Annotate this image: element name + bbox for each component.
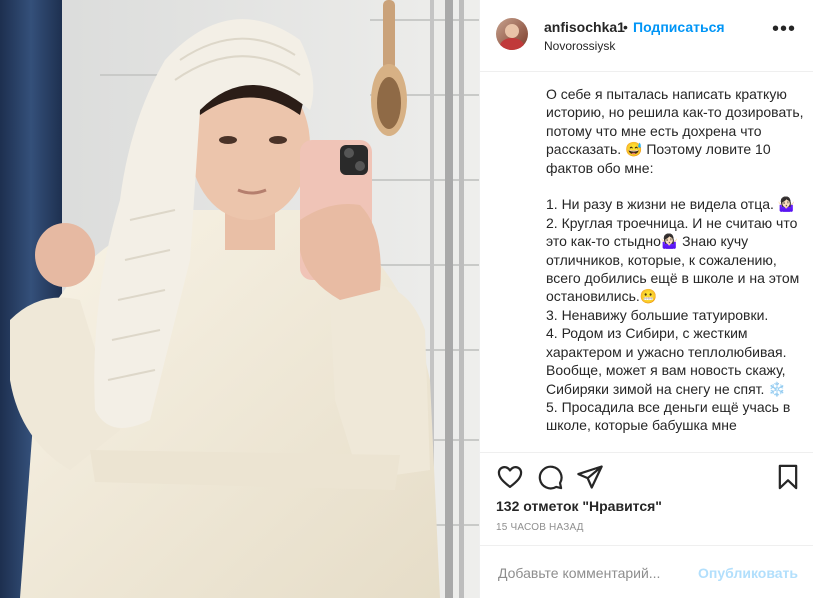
post-actions-bar xyxy=(480,452,813,500)
location-link[interactable]: Novorossiysk xyxy=(544,39,615,53)
post-caption: О себе я пыталась написать краткую истор… xyxy=(546,86,804,434)
mirror-selfie-image xyxy=(0,0,479,598)
separator-dot: • xyxy=(623,19,628,35)
username-link[interactable]: anfisochka1 xyxy=(544,19,625,35)
post-header: anfisochka1 • Подписаться Novorossiysk •… xyxy=(480,0,813,72)
follow-button[interactable]: Подписаться xyxy=(633,19,725,35)
bookmark-icon[interactable] xyxy=(774,463,802,491)
publish-button[interactable]: Опубликовать xyxy=(698,565,798,581)
post-photo[interactable] xyxy=(0,0,479,598)
comment-form: Опубликовать xyxy=(480,545,813,598)
heart-icon[interactable] xyxy=(496,463,524,491)
likes-count[interactable]: 132 отметок "Нравится" xyxy=(496,498,662,514)
more-options-icon[interactable]: ••• xyxy=(772,19,796,39)
post-timestamp[interactable]: 15 ЧАСОВ НАЗАД xyxy=(496,522,584,533)
comment-input[interactable] xyxy=(496,560,700,586)
avatar[interactable] xyxy=(496,18,528,50)
comment-icon[interactable] xyxy=(536,463,564,491)
post-side-panel: anfisochka1 • Подписаться Novorossiysk •… xyxy=(479,0,813,598)
share-icon[interactable] xyxy=(576,463,604,491)
